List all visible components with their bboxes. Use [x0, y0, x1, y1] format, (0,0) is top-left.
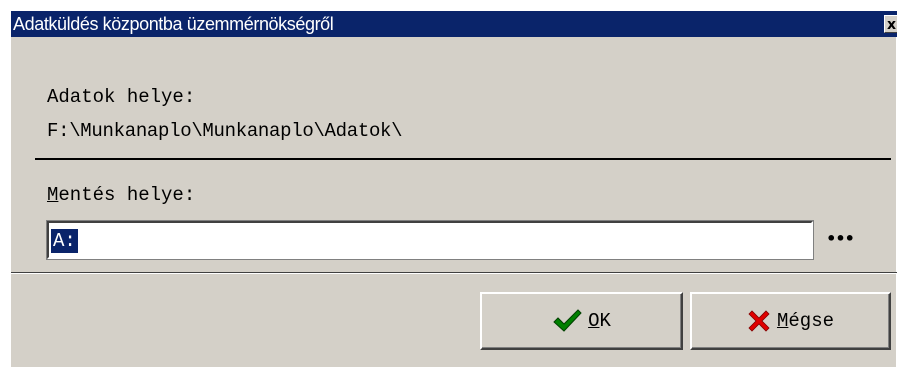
- destination-label-rest: entés helye:: [58, 184, 196, 206]
- destination-input[interactable]: A:: [46, 220, 814, 260]
- title-bar[interactable]: Adatküldés központba üzemmérnökségről x: [11, 11, 897, 37]
- ok-button-label: OK: [588, 310, 611, 332]
- cancel-button[interactable]: Mégse: [690, 292, 891, 350]
- source-path: F:\Munkanaplo\Munkanaplo\Adatok\: [47, 120, 403, 142]
- divider: [35, 158, 891, 160]
- x-mark-icon: [748, 310, 770, 332]
- source-label: Adatok helye:: [47, 86, 196, 108]
- window-title: Adatküldés központba üzemmérnökségről: [13, 14, 334, 34]
- close-icon: x: [887, 17, 896, 33]
- dialog-window: Adatküldés központba üzemmérnökségről x …: [10, 11, 897, 367]
- destination-label-mnemonic: M: [47, 184, 59, 206]
- ok-button[interactable]: OK: [480, 292, 683, 350]
- destination-input-value: A:: [51, 229, 78, 253]
- close-button[interactable]: x: [884, 15, 897, 33]
- checkmark-icon: [553, 309, 582, 332]
- browse-button[interactable]: •••: [822, 224, 858, 254]
- destination-label: Mentés helye:: [47, 184, 195, 206]
- cancel-button-label: Mégse: [776, 310, 834, 332]
